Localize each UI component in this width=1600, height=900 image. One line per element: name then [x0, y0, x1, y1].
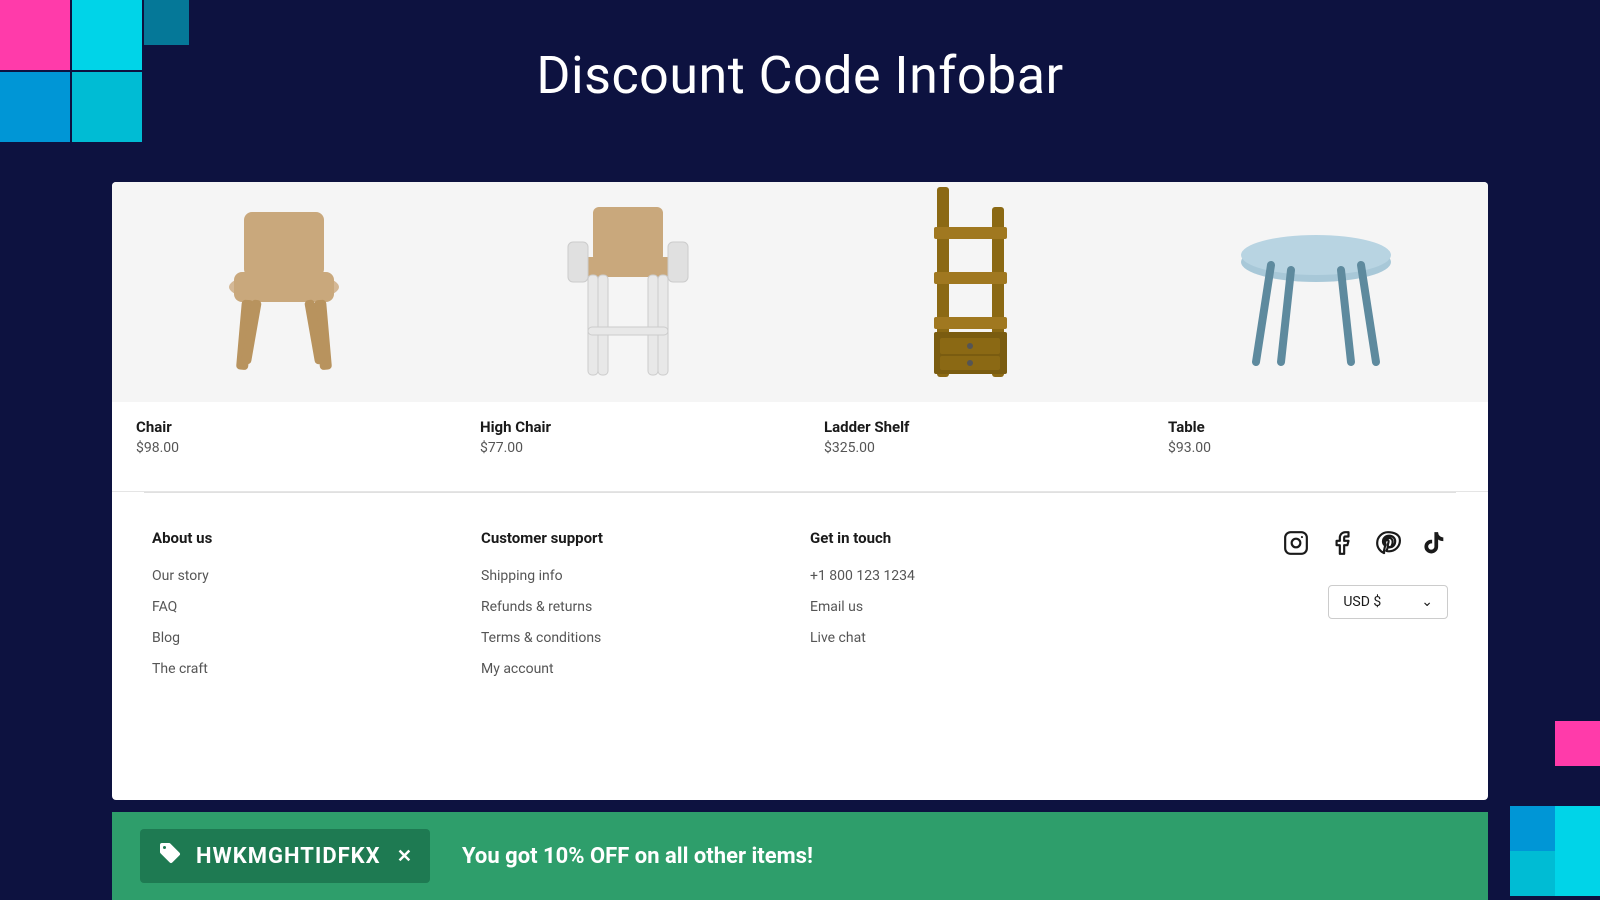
list-item[interactable]: FAQ	[152, 596, 461, 615]
product-price-highchair: $77.00	[480, 440, 776, 456]
list-item[interactable]: Shipping info	[481, 565, 790, 584]
product-image-table	[1144, 182, 1488, 402]
products-grid: Chair $98.00	[112, 182, 1488, 492]
list-item[interactable]: Terms & conditions	[481, 627, 790, 646]
footer-social-currency: USD $ ⌄	[1139, 529, 1448, 689]
facebook-icon[interactable]	[1328, 529, 1356, 557]
tiktok-icon[interactable]	[1420, 529, 1448, 557]
footer-about-links: Our story FAQ Blog The craft	[152, 565, 461, 677]
footer-contact-links: +1 800 123 1234 Email us Live chat	[810, 565, 1119, 646]
footer-link-shipping[interactable]: Shipping info	[481, 568, 563, 584]
list-item[interactable]: Blog	[152, 627, 461, 646]
footer-support-heading: Customer support	[481, 529, 790, 547]
product-price-table: $93.00	[1168, 440, 1464, 456]
product-name-highchair: High Chair	[480, 418, 776, 436]
list-item[interactable]: +1 800 123 1234	[810, 565, 1119, 584]
product-price-shelf: $325.00	[824, 440, 1120, 456]
close-button[interactable]: ✕	[397, 846, 412, 867]
page-title: Discount Code Infobar	[536, 45, 1063, 106]
footer: About us Our story FAQ Blog The craft Cu…	[112, 493, 1488, 713]
product-info-shelf: Ladder Shelf $325.00	[800, 402, 1144, 468]
footer-support-links: Shipping info Refunds & returns Terms & …	[481, 565, 790, 677]
product-info-chair: Chair $98.00	[112, 402, 456, 468]
footer-link-email[interactable]: Email us	[810, 599, 863, 615]
product-info-highchair: High Chair $77.00	[456, 402, 800, 468]
footer-contact: Get in touch +1 800 123 1234 Email us Li…	[810, 529, 1119, 689]
footer-link-phone[interactable]: +1 800 123 1234	[810, 568, 915, 584]
footer-link-thecraft[interactable]: The craft	[152, 661, 208, 677]
product-card-shelf[interactable]: Ladder Shelf $325.00	[800, 182, 1144, 491]
product-name-table: Table	[1168, 418, 1464, 436]
product-card-highchair[interactable]: High Chair $77.00	[456, 182, 800, 491]
footer-link-account[interactable]: My account	[481, 661, 554, 677]
product-image-highchair	[456, 182, 800, 402]
footer-link-livechat[interactable]: Live chat	[810, 630, 866, 646]
currency-dropdown[interactable]: USD $ ⌄	[1328, 585, 1448, 619]
list-item[interactable]: Refunds & returns	[481, 596, 790, 615]
footer-support: Customer support Shipping info Refunds &…	[481, 529, 790, 689]
decorative-corner-br	[1470, 721, 1600, 900]
product-price-chair: $98.00	[136, 440, 432, 456]
infobar: HWKMGHTIDFKX ✕ You got 10% OFF on all ot…	[112, 812, 1488, 900]
footer-link-refunds[interactable]: Refunds & returns	[481, 599, 592, 615]
footer-about-heading: About us	[152, 529, 461, 547]
product-card-chair[interactable]: Chair $98.00	[112, 182, 456, 491]
list-item[interactable]: My account	[481, 658, 790, 677]
product-name-shelf: Ladder Shelf	[824, 418, 1120, 436]
tag-icon	[158, 841, 182, 871]
product-info-table: Table $93.00	[1144, 402, 1488, 468]
discount-code-text: HWKMGHTIDFKX	[196, 844, 383, 869]
currency-value: USD $	[1343, 594, 1381, 610]
footer-about: About us Our story FAQ Blog The craft	[152, 529, 461, 689]
infobar-message: You got 10% OFF on all other items!	[462, 844, 813, 869]
footer-link-blog[interactable]: Blog	[152, 630, 180, 646]
social-icons-group	[1282, 529, 1448, 557]
product-name-chair: Chair	[136, 418, 432, 436]
footer-link-ourstory[interactable]: Our story	[152, 568, 209, 584]
footer-contact-heading: Get in touch	[810, 529, 1119, 547]
discount-code-box: HWKMGHTIDFKX ✕	[140, 829, 430, 883]
instagram-icon[interactable]	[1282, 529, 1310, 557]
list-item[interactable]: Live chat	[810, 627, 1119, 646]
product-image-chair	[112, 182, 456, 402]
page-header: Discount Code Infobar	[0, 0, 1600, 150]
product-image-shelf	[800, 182, 1144, 402]
list-item[interactable]: Email us	[810, 596, 1119, 615]
content-card: Chair $98.00	[112, 182, 1488, 800]
list-item[interactable]: The craft	[152, 658, 461, 677]
footer-link-terms[interactable]: Terms & conditions	[481, 630, 601, 646]
product-card-table[interactable]: Table $93.00	[1144, 182, 1488, 491]
footer-link-faq[interactable]: FAQ	[152, 599, 177, 615]
list-item[interactable]: Our story	[152, 565, 461, 584]
chevron-down-icon: ⌄	[1421, 594, 1433, 610]
pinterest-icon[interactable]	[1374, 529, 1402, 557]
